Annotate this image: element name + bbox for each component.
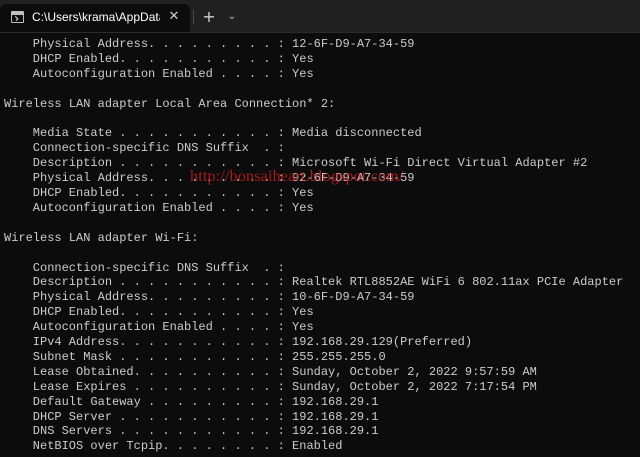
terminal-line: Physical Address. . . . . . . . . : 12-6… — [4, 37, 415, 51]
terminal-line: Wireless LAN adapter Local Area Connecti… — [4, 96, 336, 111]
terminal-line: DHCP Enabled. . . . . . . . . . . : Yes — [4, 305, 314, 320]
chevron-down-icon[interactable]: ⌄ — [222, 7, 242, 27]
terminal-line: Lease Expires . . . . . . . . . . : Sund… — [4, 379, 537, 394]
terminal-line: Subnet Mask . . . . . . . . . . . : 255.… — [4, 349, 386, 364]
terminal-line: DHCP Enabled. . . . . . . . . . . : Yes — [4, 186, 314, 200]
terminal-icon — [11, 11, 24, 23]
terminal-line: Default Gateway . . . . . . . . . : 192.… — [4, 394, 379, 409]
terminal-line: Lease Obtained. . . . . . . . . . : Sund… — [4, 364, 537, 379]
terminal-output[interactable]: Physical Address. . . . . . . . . : 12-6… — [0, 33, 640, 457]
tab-bar: C:\Users\krama\AppData\Roa ✕ + ⌄ — [0, 0, 640, 33]
terminal-line: Autoconfiguration Enabled . . . . : Yes — [4, 66, 314, 81]
terminal-line: Media State . . . . . . . . . . . : Medi… — [4, 126, 422, 141]
terminal-line: DHCP Server . . . . . . . . . . . : 192.… — [4, 409, 379, 424]
terminal-window: C:\Users\krama\AppData\Roa ✕ + ⌄ Physica… — [0, 0, 640, 457]
terminal-line: Autoconfiguration Enabled . . . . : Yes — [4, 320, 314, 335]
terminal-line: Connection-specific DNS Suffix . : — [4, 141, 285, 156]
terminal-line: DNS Servers . . . . . . . . . . . : 192.… — [4, 424, 379, 439]
tab-command-prompt[interactable]: C:\Users\krama\AppData\Roa ✕ — [0, 4, 190, 32]
new-tab-button[interactable]: + — [199, 7, 219, 27]
close-icon[interactable]: ✕ — [166, 9, 182, 25]
watermark: http://bonsaiheart.blogspot.com/ — [190, 168, 404, 185]
terminal-line: IPv4 Address. . . . . . . . . . . : 192.… — [4, 335, 473, 349]
terminal-line: Connection-specific DNS Suffix . : — [4, 260, 285, 275]
tab-divider — [193, 10, 194, 24]
terminal-line: Description . . . . . . . . . . . : Real… — [4, 275, 624, 290]
terminal-line: Autoconfiguration Enabled . . . . : Yes — [4, 200, 314, 215]
terminal-line: Physical Address. . . . . . . . . : 10-6… — [4, 290, 415, 305]
terminal-line: Wireless LAN adapter Wi-Fi: — [4, 230, 199, 245]
terminal-line: NetBIOS over Tcpip. . . . . . . . : Enab… — [4, 439, 343, 454]
terminal-line: DHCP Enabled. . . . . . . . . . . : Yes — [4, 51, 314, 66]
tab-title: C:\Users\krama\AppData\Roa — [32, 10, 160, 24]
